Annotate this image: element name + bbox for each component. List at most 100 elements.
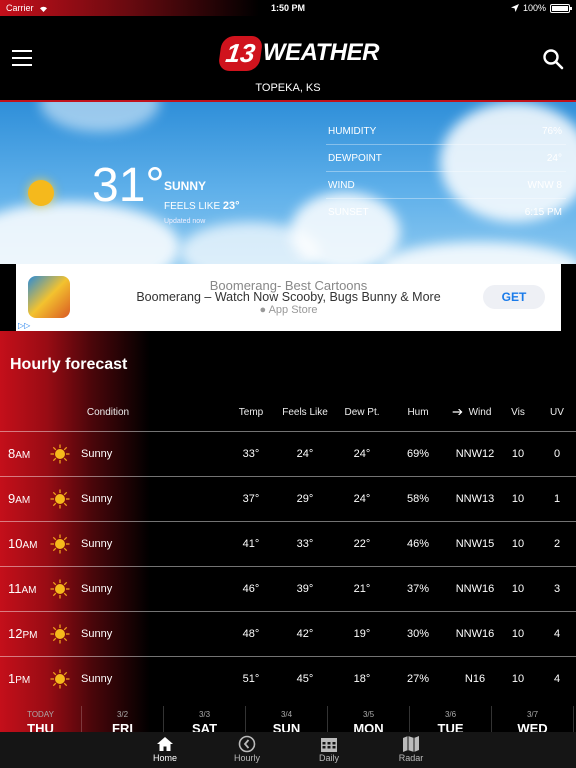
row-hum: 58%	[406, 493, 430, 505]
day-item[interactable]: TODAY THU	[0, 706, 82, 732]
sun-icon	[50, 489, 70, 509]
row-uv: 4	[553, 628, 561, 640]
day-item[interactable]: 3/5 MON	[328, 706, 410, 732]
calendar-icon	[321, 738, 337, 752]
day-item[interactable]: 3/7 WED	[492, 706, 574, 732]
feels-like-label: FEELS LIKE	[164, 201, 221, 212]
clock-icon	[238, 735, 256, 753]
feels-like-value: 23°	[222, 200, 240, 212]
tab-label: Daily	[318, 753, 339, 763]
table-row[interactable]: 11AM Sunny 46° 39° 21° 37% NNW16 10 3	[0, 566, 576, 611]
tab-hourly[interactable]: Hourly	[206, 732, 288, 768]
cloud-decoration	[380, 242, 576, 264]
column-header-temp: Temp	[238, 407, 264, 418]
logo: 13 WEATHER	[217, 33, 380, 73]
row-feels: 29°	[296, 493, 314, 505]
details-list: HUMIDITY 76% DEWPOINT 24° WIND WNW 8 SUNSET…	[326, 118, 566, 226]
day-item[interactable]: 3/4 SUN	[246, 706, 328, 732]
detail-label: HUMIDITY	[328, 125, 377, 137]
detail-value: WNW 8	[527, 179, 562, 191]
row-feels: 45°	[296, 673, 314, 685]
search-icon[interactable]	[542, 48, 564, 70]
sun-icon	[50, 534, 70, 554]
status-time: 1:50 PM	[270, 3, 305, 13]
hourly-title: Hourly forecast	[10, 356, 128, 373]
day-name: MON	[353, 721, 384, 732]
current-conditions: 31° SUNNY FEELS LIKE 23° Updated now HUM…	[0, 102, 576, 264]
column-header-feels: Feels Like	[282, 407, 328, 418]
row-vis: 10	[511, 673, 525, 685]
detail-row-wind: WIND WNW 8	[326, 172, 566, 199]
logo-number: 13	[217, 35, 264, 71]
row-ampm: AM	[15, 450, 31, 461]
row-feels: 42°	[296, 628, 314, 640]
detail-value: 24°	[546, 152, 562, 164]
tab-daily[interactable]: Daily	[288, 732, 370, 768]
menu-button[interactable]	[12, 50, 32, 66]
day-date: 3/3	[198, 710, 211, 719]
tab-label: Home	[152, 753, 177, 763]
row-time: 10AM	[8, 536, 37, 551]
row-vis: 10	[511, 493, 525, 505]
ad-get-button[interactable]: GET	[483, 285, 545, 309]
column-header-wind: Wind	[452, 407, 491, 418]
day-item[interactable]: 3/2 FRI	[82, 706, 164, 732]
day-date: 3/6	[444, 710, 457, 719]
row-ampm: AM	[22, 540, 38, 551]
row-uv: 4	[553, 673, 561, 685]
row-uv: 2	[553, 538, 561, 550]
row-time: 9AM	[8, 491, 30, 506]
tab-label: Hourly	[233, 753, 260, 763]
ad-choices-icon[interactable]: ▷▷	[18, 321, 30, 330]
status-bar: Carrier 1:50 PM 100%	[0, 0, 576, 16]
ad-title[interactable]: Boomerang – Watch Now Scooby, Bugs Bunny…	[16, 290, 561, 304]
sun-icon	[50, 579, 70, 599]
tab-label: Radar	[398, 753, 424, 763]
row-dew: 18°	[353, 673, 371, 685]
column-header-hum: Hum	[407, 407, 429, 418]
apple-icon: ●	[259, 304, 267, 316]
row-temp: 37°	[242, 493, 260, 505]
row-condition: Sunny	[81, 583, 113, 595]
app-header: 13 WEATHER TOPEKA, KS	[0, 16, 576, 102]
row-condition: Sunny	[81, 538, 113, 550]
tab-home[interactable]: Home	[124, 732, 206, 768]
detail-label: SUNSET	[328, 207, 369, 218]
column-header-vis: Vis	[511, 407, 525, 418]
row-ampm: PM	[15, 675, 31, 686]
row-hour: 12	[8, 626, 23, 641]
row-condition: Sunny	[81, 448, 113, 460]
logo-text: WEATHER	[262, 39, 380, 66]
row-time: 11AM	[8, 581, 37, 596]
current-temp: 31°	[92, 159, 165, 212]
row-feels: 24°	[296, 448, 314, 460]
row-hum: 37%	[406, 583, 430, 595]
day-date: 3/4	[280, 710, 293, 719]
row-ampm: AM	[15, 495, 31, 506]
map-icon	[403, 736, 419, 752]
table-row[interactable]: 8AM Sunny 33° 24° 24° 69% NNW12 10 0	[0, 431, 576, 476]
table-row[interactable]: 12PM Sunny 48° 42° 19° 30% NNW16 10 4	[0, 611, 576, 656]
table-row[interactable]: 9AM Sunny 37° 29° 24° 58% NNW13 10 1	[0, 476, 576, 521]
sun-icon	[50, 624, 70, 644]
detail-value: 76%	[541, 125, 562, 137]
day-item[interactable]: 3/6 TUE	[410, 706, 492, 732]
home-icon	[157, 737, 173, 751]
table-row[interactable]: 10AM Sunny 41° 33° 22° 46% NNW15 10 2	[0, 521, 576, 566]
menu-icon-bar	[12, 57, 32, 59]
ad-banner[interactable]: Boomerang- Best Cartoons Boomerang – Wat…	[16, 264, 561, 331]
feels-like: FEELS LIKE 23°	[164, 200, 240, 212]
row-temp: 41°	[242, 538, 260, 550]
sun-icon	[28, 180, 54, 206]
day-date: TODAY	[27, 710, 54, 719]
detail-row-dewpoint: DEWPOINT 24°	[326, 145, 566, 172]
row-dew: 24°	[353, 448, 371, 460]
location-label[interactable]: TOPEKA, KS	[0, 82, 576, 94]
row-hum: 30%	[406, 628, 430, 640]
day-item[interactable]: 3/3 SAT	[164, 706, 246, 732]
row-wind: NNW16	[455, 583, 495, 595]
row-uv: 3	[553, 583, 561, 595]
day-name: SUN	[272, 721, 301, 732]
table-row[interactable]: 1PM Sunny 51° 45° 18° 27% N16 10 4	[0, 656, 576, 701]
tab-radar[interactable]: Radar	[370, 732, 452, 768]
